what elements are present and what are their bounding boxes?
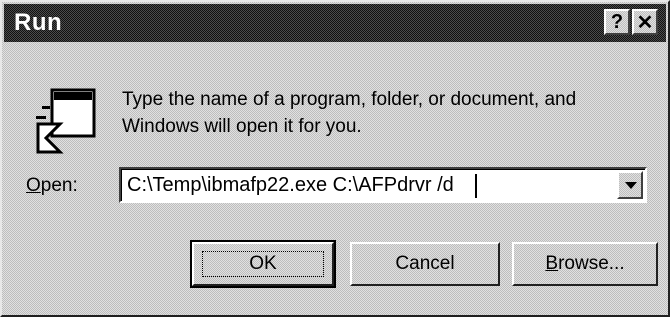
open-label-rest: pen: <box>40 175 78 196</box>
title-bar[interactable]: Run ? ✕ <box>4 4 666 42</box>
browse-label: Browse... <box>545 253 624 275</box>
run-dialog: Run ? ✕ Type the name of a program, fold… <box>0 0 670 317</box>
browse-label-accel: B <box>545 253 559 274</box>
ok-button[interactable]: OK <box>190 240 336 288</box>
help-icon: ? <box>610 10 624 33</box>
text-caret <box>475 174 477 198</box>
cancel-button[interactable]: Cancel <box>350 242 500 286</box>
open-label-accel: O <box>26 175 41 196</box>
dropdown-button[interactable] <box>617 171 643 199</box>
focus-rect <box>202 251 324 277</box>
prompt-text: Type the name of a program, folder, or d… <box>122 86 642 140</box>
chevron-down-icon <box>625 182 637 189</box>
cancel-label: Cancel <box>395 253 455 274</box>
window-title: Run <box>14 9 63 36</box>
browse-button[interactable]: Browse... <box>512 242 658 286</box>
prompt-line-2: Windows will open it for you. <box>122 116 362 137</box>
run-icon <box>36 88 96 154</box>
help-button[interactable]: ? <box>604 9 630 35</box>
browse-label-rest: rowse... <box>558 253 625 274</box>
open-input[interactable]: C:\Temp\ibmafp22.exe C:\AFPdrvr /d <box>127 174 454 197</box>
close-button[interactable]: ✕ <box>632 9 658 35</box>
prompt-line-1: Type the name of a program, folder, or d… <box>122 89 577 110</box>
open-combobox[interactable]: C:\Temp\ibmafp22.exe C:\AFPdrvr /d <box>119 167 647 203</box>
open-label: Open: <box>26 175 78 197</box>
close-icon: ✕ <box>636 11 654 34</box>
